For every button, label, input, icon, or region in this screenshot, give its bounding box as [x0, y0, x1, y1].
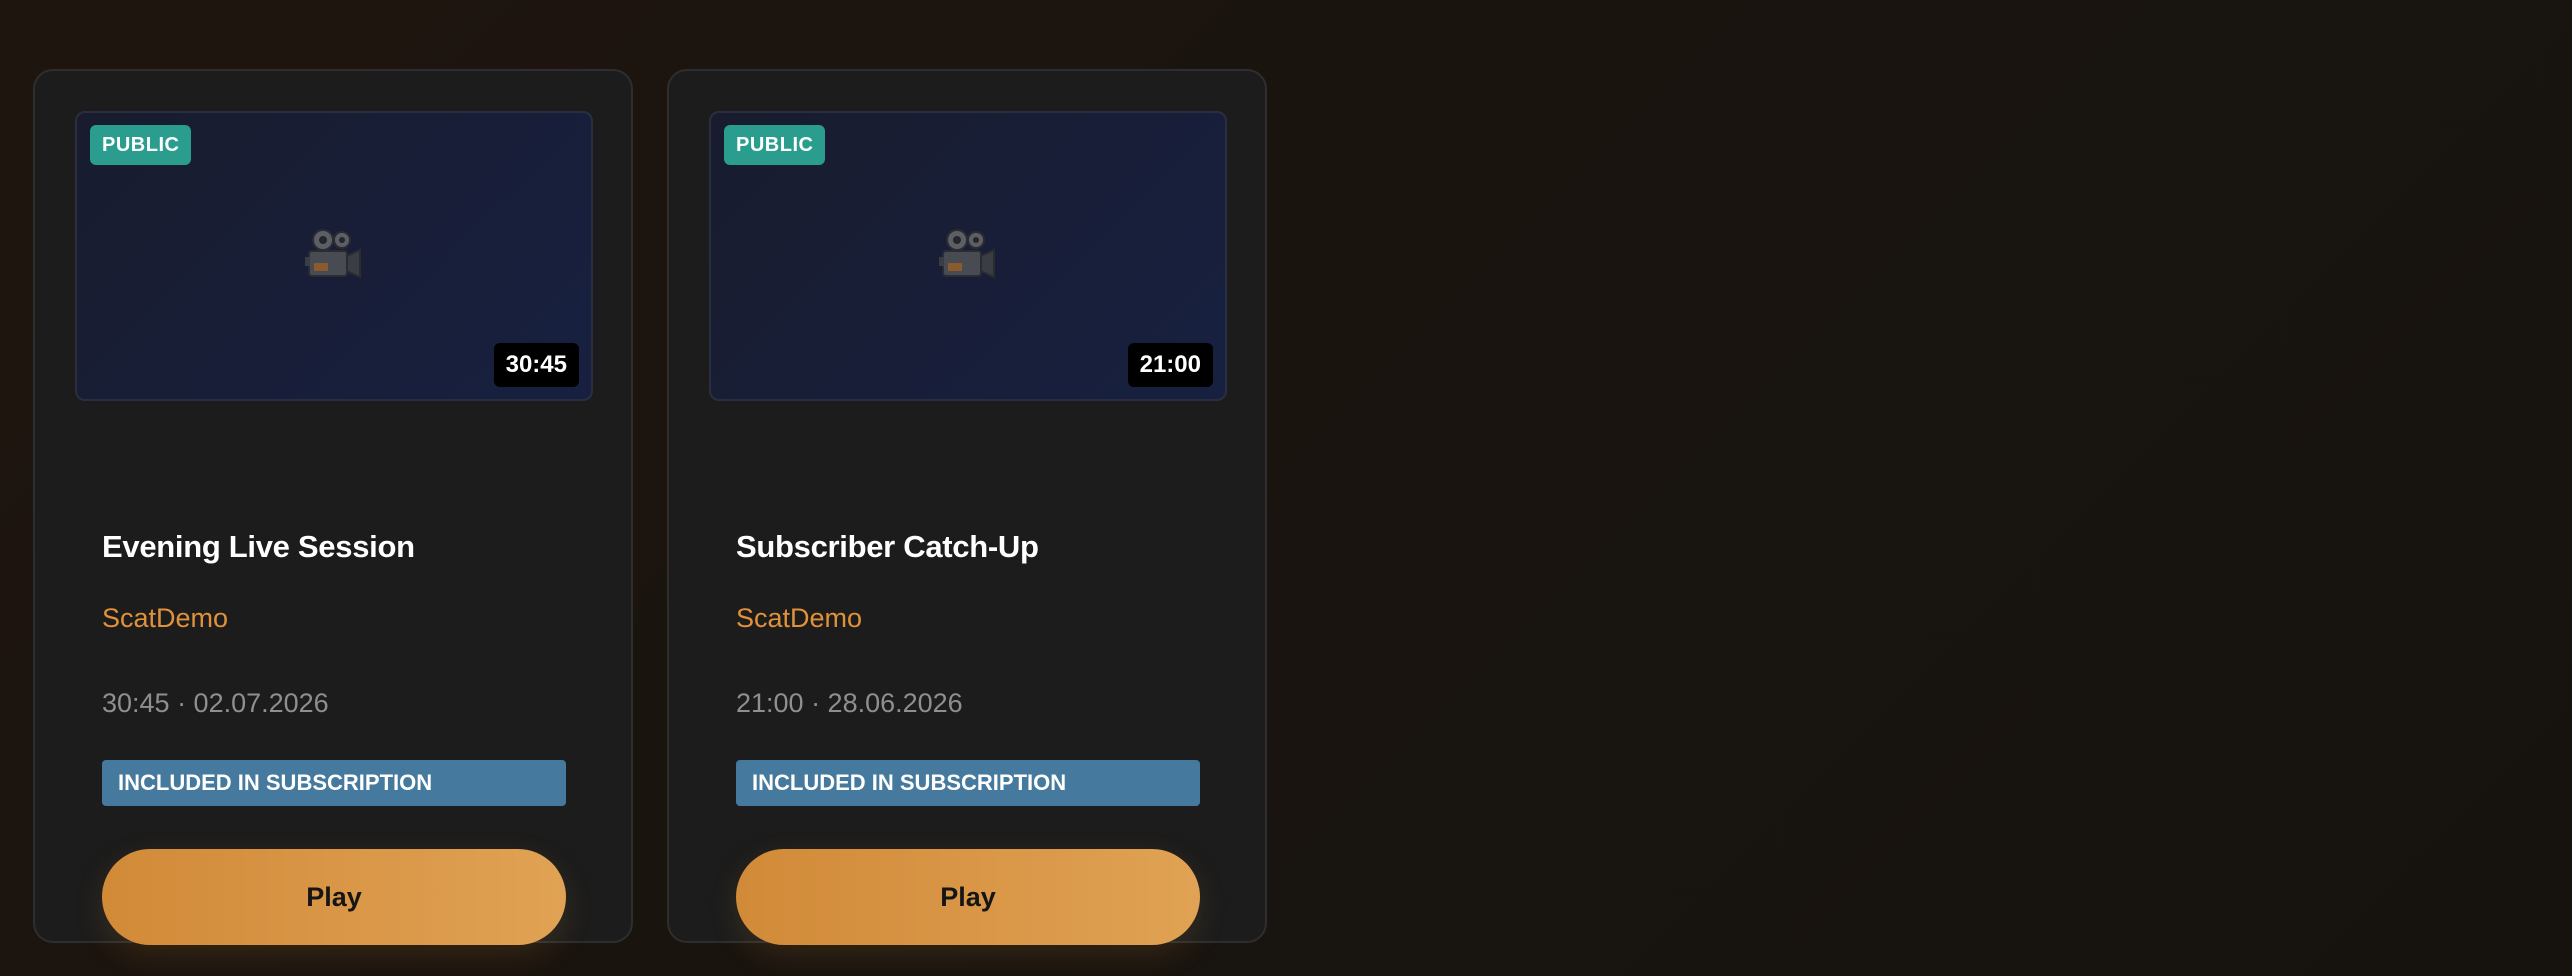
duration-chip: 30:45	[493, 343, 579, 387]
play-button[interactable]: Play	[102, 849, 566, 945]
public-badge: PUBLIC	[724, 125, 826, 165]
channel-link[interactable]: ScatDemo	[736, 603, 862, 634]
movie-camera-icon	[939, 229, 995, 279]
video-meta: 21:00 · 28.06.2026	[736, 688, 963, 718]
movie-camera-icon	[305, 229, 361, 279]
video-thumbnail[interactable]: PUBLIC 21:00	[709, 111, 1227, 401]
video-grid: PUBLIC 30:45 Evening Live Session ScatDe…	[33, 69, 1267, 945]
play-button[interactable]: Play	[736, 849, 1200, 945]
duration-chip: 21:00	[1127, 343, 1213, 387]
video-title[interactable]: Subscriber Catch-Up	[736, 529, 1039, 565]
public-badge: PUBLIC	[90, 125, 192, 165]
subscription-badge: INCLUDED IN SUBSCRIPTION	[102, 760, 566, 806]
video-meta: 30:45 · 02.07.2026	[102, 688, 329, 718]
video-title[interactable]: Evening Live Session	[102, 529, 415, 565]
channel-link[interactable]: ScatDemo	[102, 603, 228, 634]
subscription-badge: INCLUDED IN SUBSCRIPTION	[736, 760, 1200, 806]
video-thumbnail[interactable]: PUBLIC 30:45	[75, 111, 593, 401]
video-card[interactable]: PUBLIC 21:00 Subscriber Catch-Up ScatDem…	[667, 69, 1267, 945]
video-card[interactable]: PUBLIC 30:45 Evening Live Session ScatDe…	[33, 69, 633, 945]
